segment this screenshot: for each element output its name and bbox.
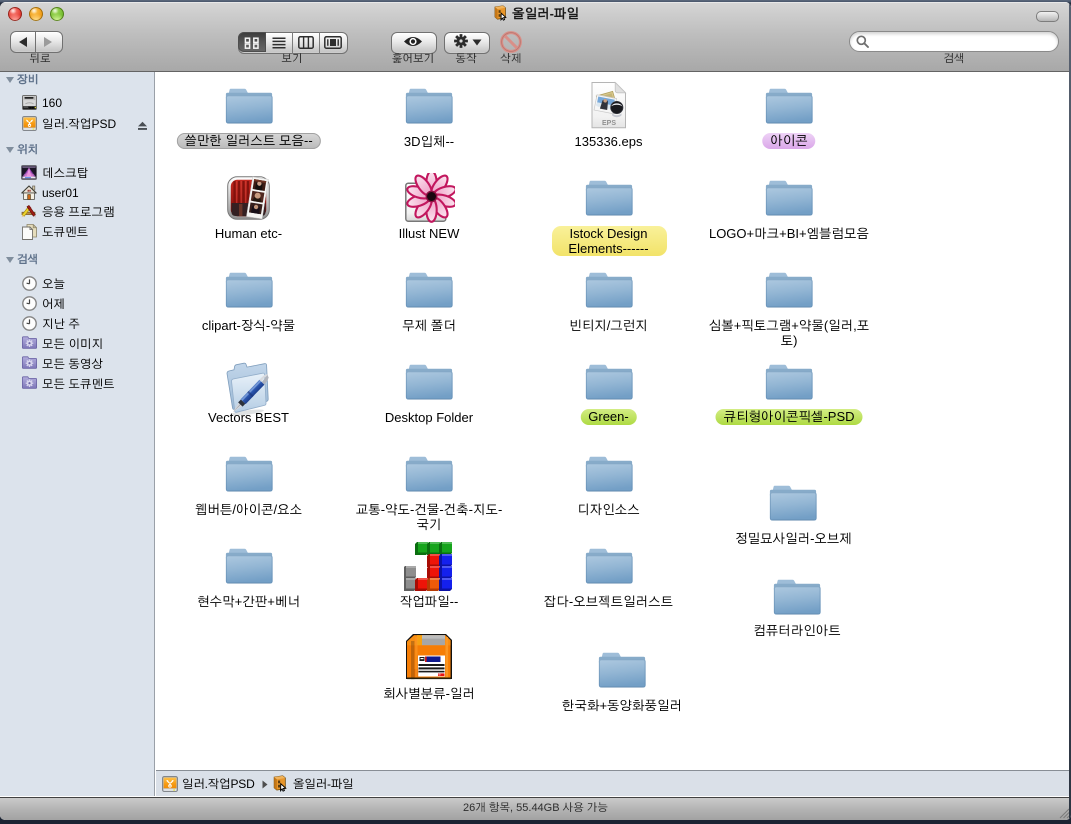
svg-text:EPS: EPS <box>602 120 616 127</box>
